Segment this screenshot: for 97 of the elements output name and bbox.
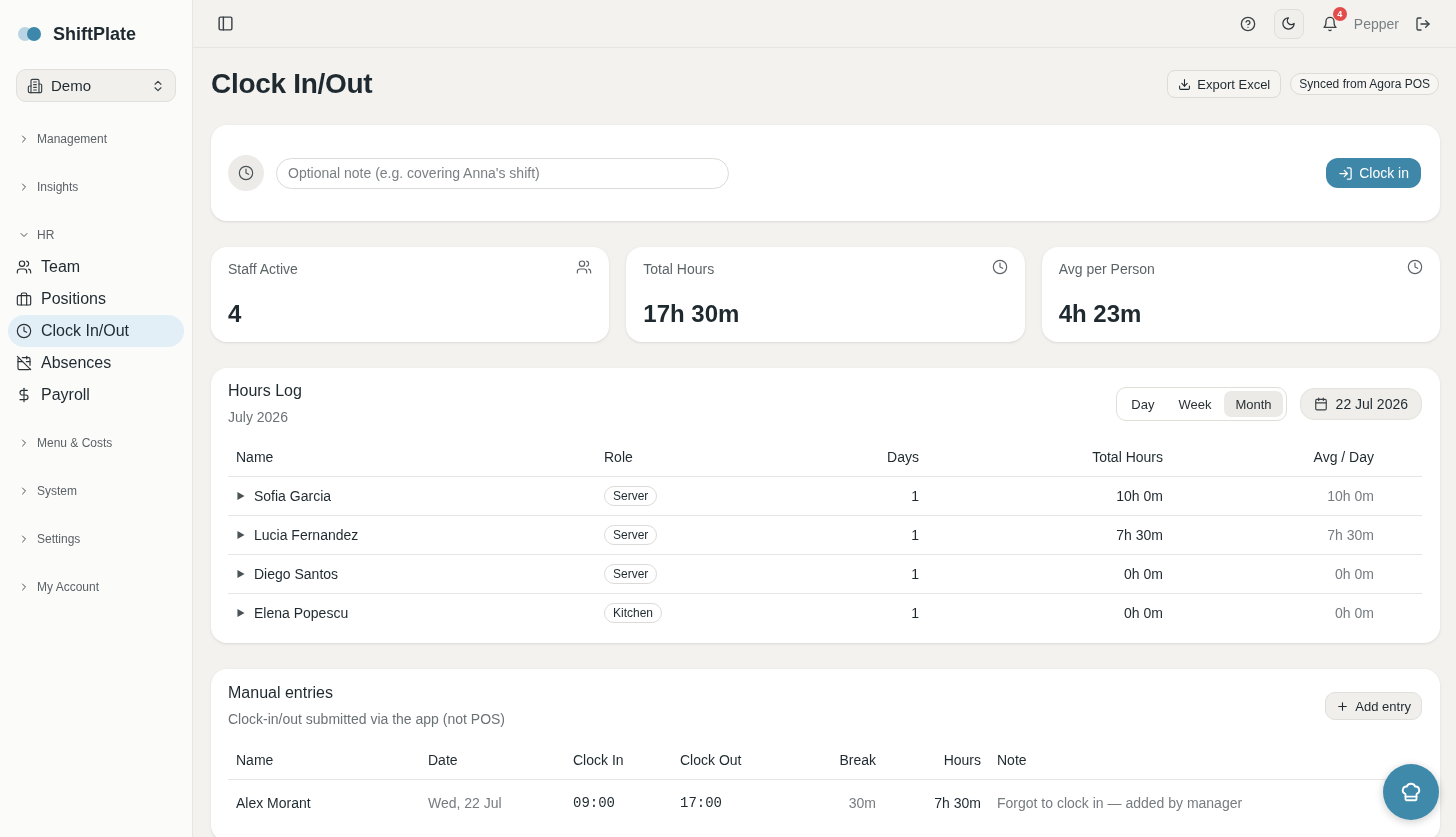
users-icon xyxy=(16,259,32,275)
nav-item[interactable]: Positions xyxy=(8,283,184,315)
period-tab[interactable]: Week xyxy=(1167,391,1223,417)
stat-value: 4h 23m xyxy=(1058,300,1143,328)
nav-item[interactable]: Clock In/Out xyxy=(8,315,184,347)
theme-toggle-button[interactable] xyxy=(1273,8,1304,39)
moon-icon xyxy=(1281,16,1297,31)
dollar-icon xyxy=(16,387,32,403)
column-header: Name xyxy=(235,752,275,768)
table-cell-text: 17:00 xyxy=(679,794,723,811)
user-name[interactable]: Pepper xyxy=(1353,15,1399,32)
nav-section-toggle[interactable]: My Account xyxy=(8,571,184,603)
stat-value: 17h 30m xyxy=(643,300,741,328)
table-cell-text: 7h 30m xyxy=(1326,527,1375,543)
section-subtitle: July 2026 xyxy=(228,408,289,426)
notification-count-badge: 4 xyxy=(1332,6,1347,21)
table-cell-text: 1 xyxy=(910,605,920,621)
logo-icon xyxy=(18,27,42,41)
brand-name: ShiftPlate xyxy=(53,23,136,45)
nav-item[interactable]: Team xyxy=(8,251,184,283)
column-header: Date xyxy=(427,752,459,768)
table-cell-text: 7h 30m xyxy=(933,794,982,811)
column-header: Role xyxy=(603,449,634,465)
plus-icon xyxy=(1336,699,1350,713)
column-header: Name xyxy=(235,449,275,465)
chef-hat-icon xyxy=(1400,781,1422,803)
expand-triangle-icon[interactable] xyxy=(237,492,245,500)
clock-in-button[interactable]: Clock in xyxy=(1326,158,1421,188)
table-cell: Diego Santos xyxy=(254,566,339,582)
nav-item[interactable]: Payroll xyxy=(8,379,184,411)
help-icon[interactable] xyxy=(1239,15,1256,32)
table-cell-text: 0h 0m xyxy=(1334,566,1375,582)
table-cell: Elena Popescu xyxy=(254,605,349,621)
table-cell-text: Forgot to clock in — added by manager xyxy=(996,794,1244,811)
section-subtitle: Clock-in/out submitted via the app (not POS) xyxy=(228,710,506,728)
stat-label: Avg per Person xyxy=(1058,260,1155,278)
expand-triangle-icon[interactable] xyxy=(237,609,245,617)
stat-label: Staff Active xyxy=(228,260,298,278)
building-icon xyxy=(27,77,43,94)
table-cell-text: 1 xyxy=(910,566,920,582)
add-entry-button[interactable]: Add entry xyxy=(1325,692,1422,720)
period-tab[interactable]: Day xyxy=(1120,391,1166,417)
nav-section-toggle[interactable]: Insights xyxy=(8,171,184,203)
nav-section-toggle[interactable]: Menu & Costs xyxy=(8,427,184,459)
table-cell-text: 0h 0m xyxy=(1334,605,1375,621)
nav-section-toggle[interactable]: HR xyxy=(8,219,184,251)
clock-icon xyxy=(1407,259,1423,275)
section-title: Manual entries xyxy=(228,683,334,703)
table-cell-text: 1 xyxy=(910,527,920,543)
nav-item[interactable]: Absences xyxy=(8,347,184,379)
table-cell-text: 0h 0m xyxy=(1123,566,1164,582)
download-icon xyxy=(1178,77,1192,91)
table-cell-text: 10h 0m xyxy=(1115,488,1164,504)
bell-icon[interactable] xyxy=(1321,15,1338,32)
table-cell-text: 09:00 xyxy=(572,794,616,811)
column-header: Note xyxy=(996,752,1028,768)
column-header: Clock Out xyxy=(679,752,743,768)
column-header: Days xyxy=(886,449,920,465)
export-excel-button[interactable]: Export Excel xyxy=(1167,70,1282,98)
column-header: Total Hours xyxy=(1091,449,1164,465)
table-cell-text: 0h 0m xyxy=(1123,605,1164,621)
nav-section-toggle[interactable]: System xyxy=(8,475,184,507)
stat-label: Total Hours xyxy=(643,260,715,278)
table-cell: Lucia Fernandez xyxy=(254,527,359,543)
column-header: Clock In xyxy=(572,752,625,768)
column-header: Break xyxy=(838,752,877,768)
calendar-off-icon xyxy=(16,355,32,371)
clock-icon xyxy=(991,259,1008,275)
clock-icon xyxy=(16,323,32,339)
table-cell-text: 1 xyxy=(910,488,920,504)
briefcase-icon xyxy=(16,291,32,307)
nav-section-toggle[interactable]: Settings xyxy=(8,523,184,555)
expand-triangle-icon[interactable] xyxy=(237,570,245,578)
login-icon xyxy=(1338,165,1354,181)
date-picker-button[interactable]: 22 Jul 2026 xyxy=(1299,388,1422,420)
clock-icon xyxy=(228,155,264,191)
calendar-icon xyxy=(1313,397,1328,411)
table-cell-text: Wed, 22 Jul xyxy=(427,794,503,811)
page-title: Clock In/Out xyxy=(211,68,373,100)
table-cell-text: 10h 0m xyxy=(1326,488,1375,504)
note-input[interactable]: Optional note (e.g. covering Anna's shift) xyxy=(276,157,729,189)
section-title: Hours Log xyxy=(228,381,302,401)
sync-status-badge: Synced from Agora POS xyxy=(1290,73,1439,95)
table-cell: Sofia Garcia xyxy=(254,488,332,504)
nav-section-toggle[interactable]: Management xyxy=(8,123,184,155)
stat-value: 4 xyxy=(228,300,243,328)
users-icon xyxy=(576,259,593,275)
table-cell-text: 30m xyxy=(847,794,877,811)
expand-triangle-icon[interactable] xyxy=(237,531,245,539)
table-cell-text: Alex Morant xyxy=(235,794,312,811)
workspace-select[interactable]: Demo xyxy=(16,69,176,102)
column-header: Hours xyxy=(942,752,982,768)
table-cell-text: 7h 30m xyxy=(1115,527,1164,543)
column-header: Avg / Day xyxy=(1312,449,1375,465)
sidebar-toggle-icon[interactable] xyxy=(217,15,234,32)
logout-icon[interactable] xyxy=(1415,15,1431,32)
period-tab[interactable]: Month xyxy=(1224,391,1283,417)
